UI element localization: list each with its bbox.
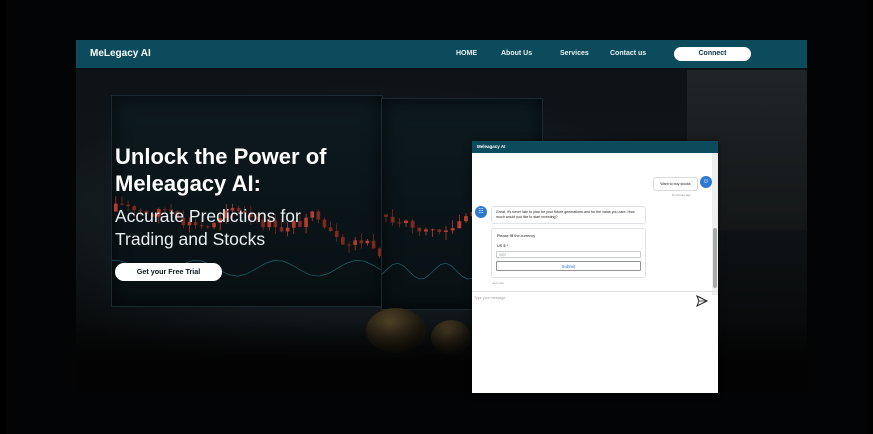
brand-logo[interactable]: MeLegacy AI (90, 40, 151, 68)
currency-field-label: US $ * (497, 244, 508, 248)
send-icon[interactable] (695, 294, 709, 308)
candle-body (430, 229, 435, 231)
user-message-bubble: Want to buy stocks (653, 177, 698, 191)
free-trial-button[interactable]: Get your Free Trial (115, 263, 222, 281)
candle-body (444, 230, 448, 233)
currency-form: Please fill the currency US $ * 5000 Sub… (491, 228, 646, 278)
candle-body (464, 216, 468, 222)
bot-avatar-icon: ☷ (475, 206, 487, 218)
currency-input[interactable]: 5000 (496, 251, 641, 258)
message-input[interactable]: Type your message (474, 296, 505, 300)
hero-headline-line1: Unlock the Power of (115, 144, 327, 169)
candle-body (457, 221, 462, 229)
bot-message-bubble: Great, it's never late to plan for your … (491, 206, 646, 224)
chat-input-area: Type your message (472, 291, 718, 316)
form-title: Please fill the currency (497, 234, 536, 238)
connect-button[interactable]: Connect (674, 47, 751, 61)
chat-header: Meleagacy AI (472, 141, 718, 153)
chat-scrollbar-thumb[interactable] (713, 228, 717, 288)
hero-subheadline: Accurate Predictions for Trading and Sto… (115, 205, 415, 251)
top-navbar: MeLegacy AI HOME About Us Services Conta… (76, 40, 807, 68)
candle-body (417, 227, 422, 232)
nav-about-us[interactable]: About Us (501, 40, 532, 68)
submit-button[interactable]: Submit (496, 261, 641, 271)
hero-headline: Unlock the Power of Meleagacy AI: (115, 143, 415, 197)
candle-body (424, 229, 428, 232)
hero-headline-line2: Meleagacy AI: (115, 171, 261, 196)
chat-scrollbar[interactable] (712, 153, 718, 295)
candle-body (437, 229, 442, 233)
user-avatar-icon: ☺ (700, 176, 712, 188)
hero-subhead-line1: Accurate Predictions for (115, 206, 301, 226)
nav-contact-us[interactable]: Contact us (610, 40, 646, 68)
nav-home[interactable]: HOME (456, 40, 477, 68)
user-message-time: 8 minutes ago (672, 193, 691, 197)
chat-widget: Meleagacy AI Want to buy stocks ☺ 8 minu… (472, 141, 718, 393)
form-message-time: Just now (492, 281, 504, 285)
chat-messages[interactable]: Want to buy stocks ☺ 8 minutes ago ☷ Gre… (472, 153, 712, 295)
hero-subhead-line2: Trading and Stocks (115, 229, 266, 249)
candle-body (450, 228, 455, 231)
nav-services[interactable]: Services (560, 40, 589, 68)
